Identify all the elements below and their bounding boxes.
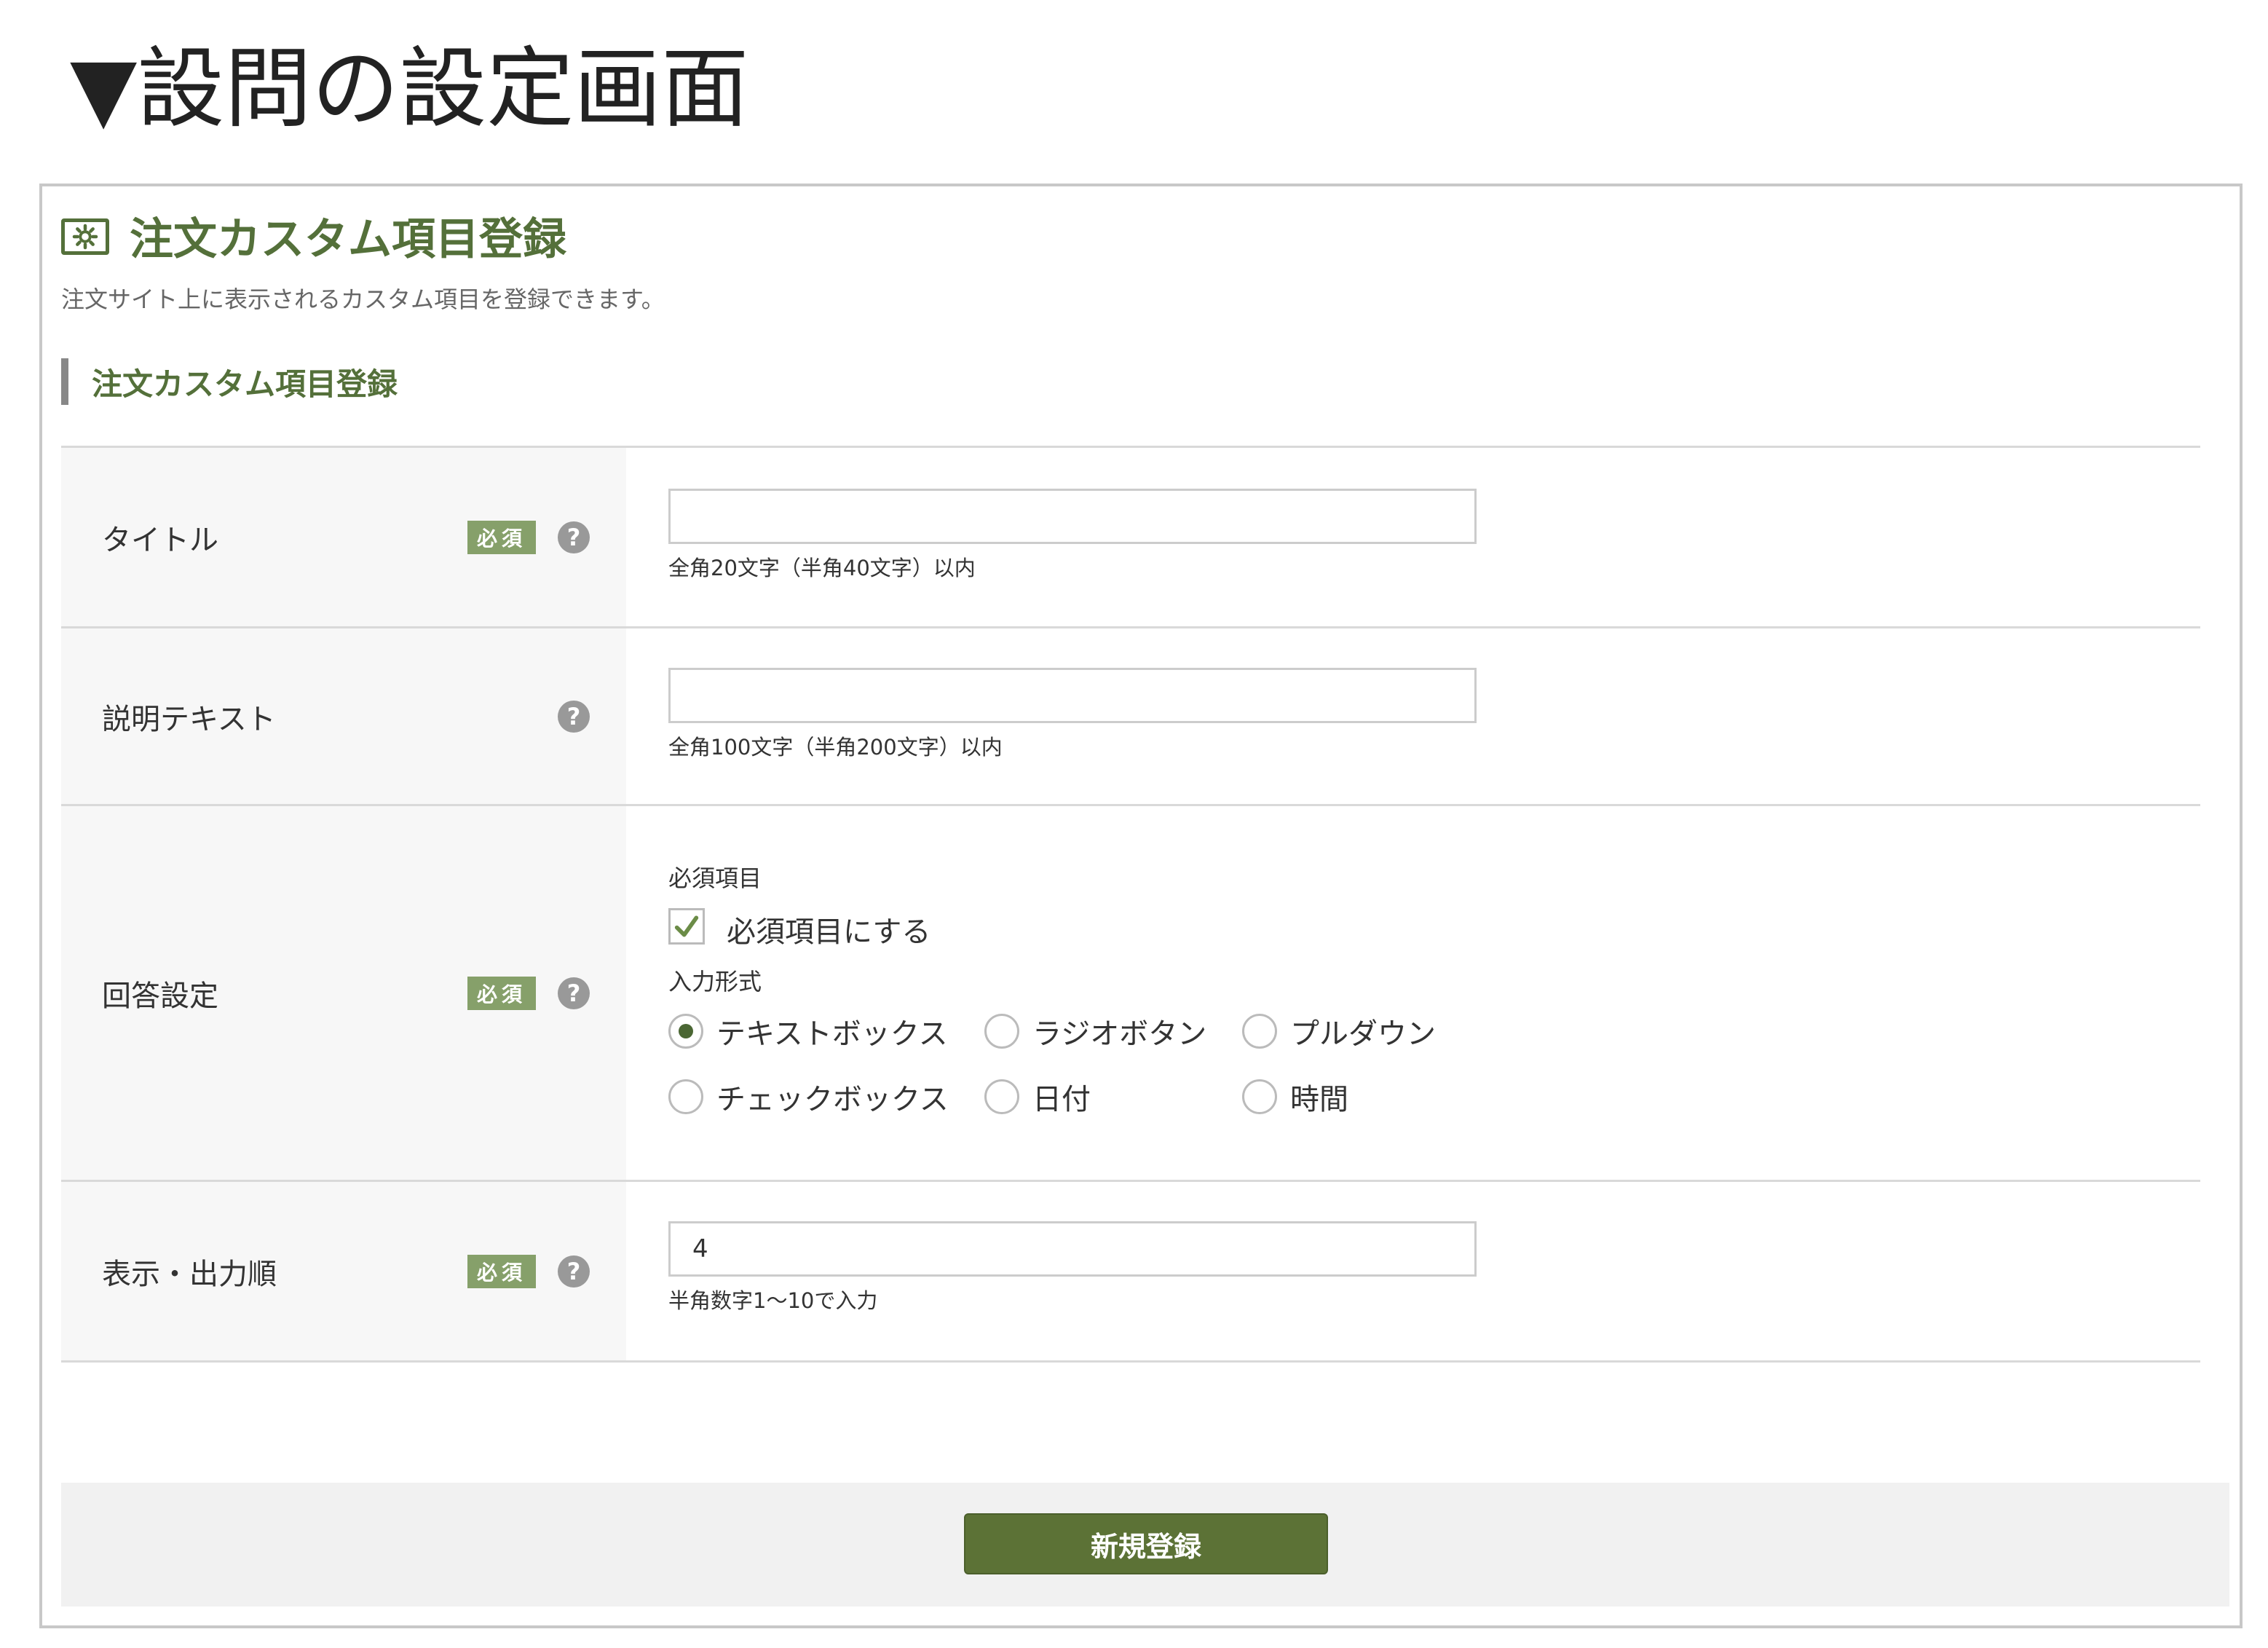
- required-item-heading: 必須項目: [668, 864, 762, 892]
- field-label-title: タイトル: [102, 523, 218, 557]
- radio-checkbox[interactable]: チェックボックス: [668, 1076, 949, 1118]
- description-hint: 全角100文字（半角200文字）以内: [668, 735, 1003, 760]
- row-field-cell: 全角20文字（半角40文字）以内: [626, 448, 2200, 626]
- register-button[interactable]: 新規登録: [964, 1513, 1328, 1574]
- registration-panel: 注文カスタム項目登録 注文サイト上に表示されるカスタム項目を登録できます。 注文…: [39, 184, 2243, 1628]
- help-icon[interactable]: ?: [558, 521, 590, 553]
- form-footer: 新規登録: [61, 1483, 2229, 1606]
- page-caption: ▼設問の設定画面: [70, 39, 749, 140]
- title-hint: 全角20文字（半角40文字）以内: [668, 556, 976, 580]
- description-input[interactable]: [668, 668, 1477, 723]
- radio-circle: [1242, 1014, 1277, 1049]
- field-label-answer: 回答設定: [102, 979, 218, 1013]
- radio-pulldown[interactable]: プルダウン: [1242, 1010, 1436, 1052]
- radio-selected-dot: [679, 1024, 693, 1038]
- form-table: タイトル 必須 ? 全角20文字（半角40文字）以内 説明テキスト ? 全角10…: [61, 446, 2200, 1363]
- radio-time[interactable]: 時間: [1242, 1076, 1348, 1118]
- order-hint: 半角数字1～10で入力: [668, 1288, 878, 1313]
- radio-circle: [668, 1079, 703, 1114]
- row-label-cell: 回答設定 必須 ?: [61, 806, 626, 1180]
- section-title: 注文カスタム項目登録: [92, 366, 398, 402]
- radio-circle: [984, 1079, 1019, 1114]
- row-field-cell: 4 半角数字1～10で入力: [626, 1182, 2200, 1360]
- help-icon[interactable]: ?: [558, 977, 590, 1009]
- radio-textbox[interactable]: テキストボックス: [668, 1010, 948, 1052]
- checkmark-icon: [674, 915, 699, 937]
- radio-label: 時間: [1290, 1083, 1348, 1116]
- row-field-cell: 全角100文字（半角200文字）以内: [626, 628, 2200, 804]
- row-label-cell: タイトル 必須 ?: [61, 448, 626, 626]
- required-badge: 必須: [467, 520, 536, 554]
- required-badge: 必須: [467, 1254, 536, 1288]
- radio-label: ラジオボタン: [1032, 1017, 1207, 1051]
- form-row-description: 説明テキスト ? 全角100文字（半角200文字）以内: [61, 628, 2200, 806]
- gear-icon: [61, 218, 109, 255]
- radio-circle: [984, 1014, 1019, 1049]
- page-title: 注文カスタム項目登録: [130, 213, 566, 265]
- row-label-cell: 表示・出力順 必須 ?: [61, 1182, 626, 1360]
- radio-label: チェックボックス: [716, 1083, 949, 1116]
- form-row-display-order: 表示・出力順 必須 ? 4 半角数字1～10で入力: [61, 1182, 2200, 1363]
- form-row-answer-settings: 回答設定 必須 ? 必須項目 必須項目にする 入力形式 テキストボックス ラジオ…: [61, 806, 2200, 1182]
- help-icon[interactable]: ?: [558, 700, 590, 733]
- radio-circle: [1242, 1079, 1277, 1114]
- radio-label: 日付: [1032, 1083, 1091, 1116]
- section-header: 注文カスタム項目登録: [61, 358, 398, 405]
- radio-circle: [668, 1014, 703, 1049]
- panel-header: 注文カスタム項目登録: [61, 202, 566, 268]
- row-label-cell: 説明テキスト ?: [61, 628, 626, 804]
- radio-label: テキストボックス: [716, 1017, 948, 1051]
- help-icon[interactable]: ?: [558, 1255, 590, 1288]
- order-input[interactable]: 4: [668, 1221, 1477, 1277]
- form-row-title: タイトル 必須 ? 全角20文字（半角40文字）以内: [61, 448, 2200, 628]
- required-badge: 必須: [467, 976, 536, 1010]
- radio-date[interactable]: 日付: [984, 1076, 1091, 1118]
- field-label-description: 説明テキスト: [102, 702, 276, 736]
- input-format-heading: 入力形式: [668, 968, 762, 995]
- required-checkbox-label: 必須項目にする: [727, 915, 931, 949]
- required-checkbox[interactable]: [668, 908, 705, 945]
- radio-label: プルダウン: [1290, 1017, 1436, 1051]
- field-label-order: 表示・出力順: [102, 1257, 277, 1291]
- title-input[interactable]: [668, 489, 1477, 544]
- radio-radiobutton[interactable]: ラジオボタン: [984, 1010, 1206, 1052]
- page-description: 注文サイト上に表示されるカスタム項目を登録できます。: [61, 285, 665, 313]
- row-field-cell: 必須項目 必須項目にする 入力形式 テキストボックス ラジオボタン プルダウン …: [626, 806, 2200, 1180]
